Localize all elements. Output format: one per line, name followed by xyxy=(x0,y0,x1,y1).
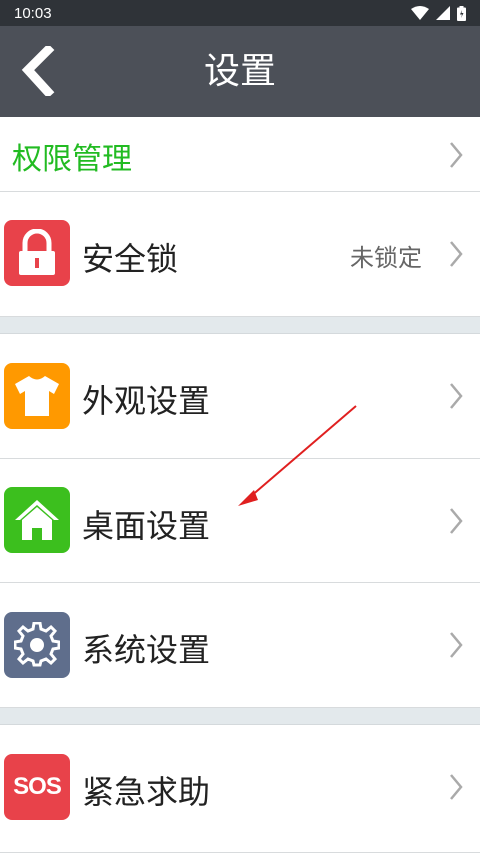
page-title: 设置 xyxy=(203,51,276,92)
chevron-right-icon xyxy=(450,383,463,409)
emergency-label: 紧急求助 xyxy=(82,773,211,811)
row-emergency[interactable]: SOS 紧急求助 xyxy=(0,725,480,853)
security-lock-label: 安全锁 xyxy=(82,240,179,278)
section-divider xyxy=(0,317,480,334)
row-desktop[interactable]: 桌面设置 xyxy=(0,459,480,583)
status-bar: 10:03 xyxy=(0,0,480,26)
chevron-right-icon xyxy=(450,508,463,534)
battery-icon xyxy=(457,5,466,21)
status-icons xyxy=(411,5,466,21)
wifi-icon xyxy=(411,6,429,20)
title-bar: 设置 xyxy=(0,26,480,117)
appearance-label: 外观设置 xyxy=(82,382,211,420)
back-button[interactable] xyxy=(12,43,62,99)
permissions-label: 权限管理 xyxy=(12,142,132,177)
home-icon xyxy=(4,487,70,553)
chevron-right-icon xyxy=(450,774,463,800)
row-system[interactable]: 系统设置 xyxy=(0,583,480,708)
status-time: 10:03 xyxy=(14,4,52,22)
sos-icon-text: SOS xyxy=(13,773,62,800)
sos-icon: SOS xyxy=(4,754,70,820)
row-appearance[interactable]: 外观设置 xyxy=(0,334,480,459)
back-arrow-icon xyxy=(21,43,55,99)
desktop-label: 桌面设置 xyxy=(82,507,211,545)
section-divider xyxy=(0,708,480,725)
signal-icon xyxy=(436,6,450,20)
security-lock-status: 未锁定 xyxy=(350,244,422,272)
chevron-right-icon xyxy=(450,241,463,267)
system-label: 系统设置 xyxy=(82,631,211,669)
row-permissions[interactable]: 权限管理 xyxy=(0,117,480,192)
gear-icon xyxy=(4,612,70,678)
tshirt-icon xyxy=(4,363,70,429)
row-security-lock[interactable]: 安全锁 未锁定 xyxy=(0,192,480,317)
lock-icon xyxy=(4,220,70,286)
chevron-right-icon xyxy=(450,632,463,658)
chevron-right-icon xyxy=(450,142,463,168)
